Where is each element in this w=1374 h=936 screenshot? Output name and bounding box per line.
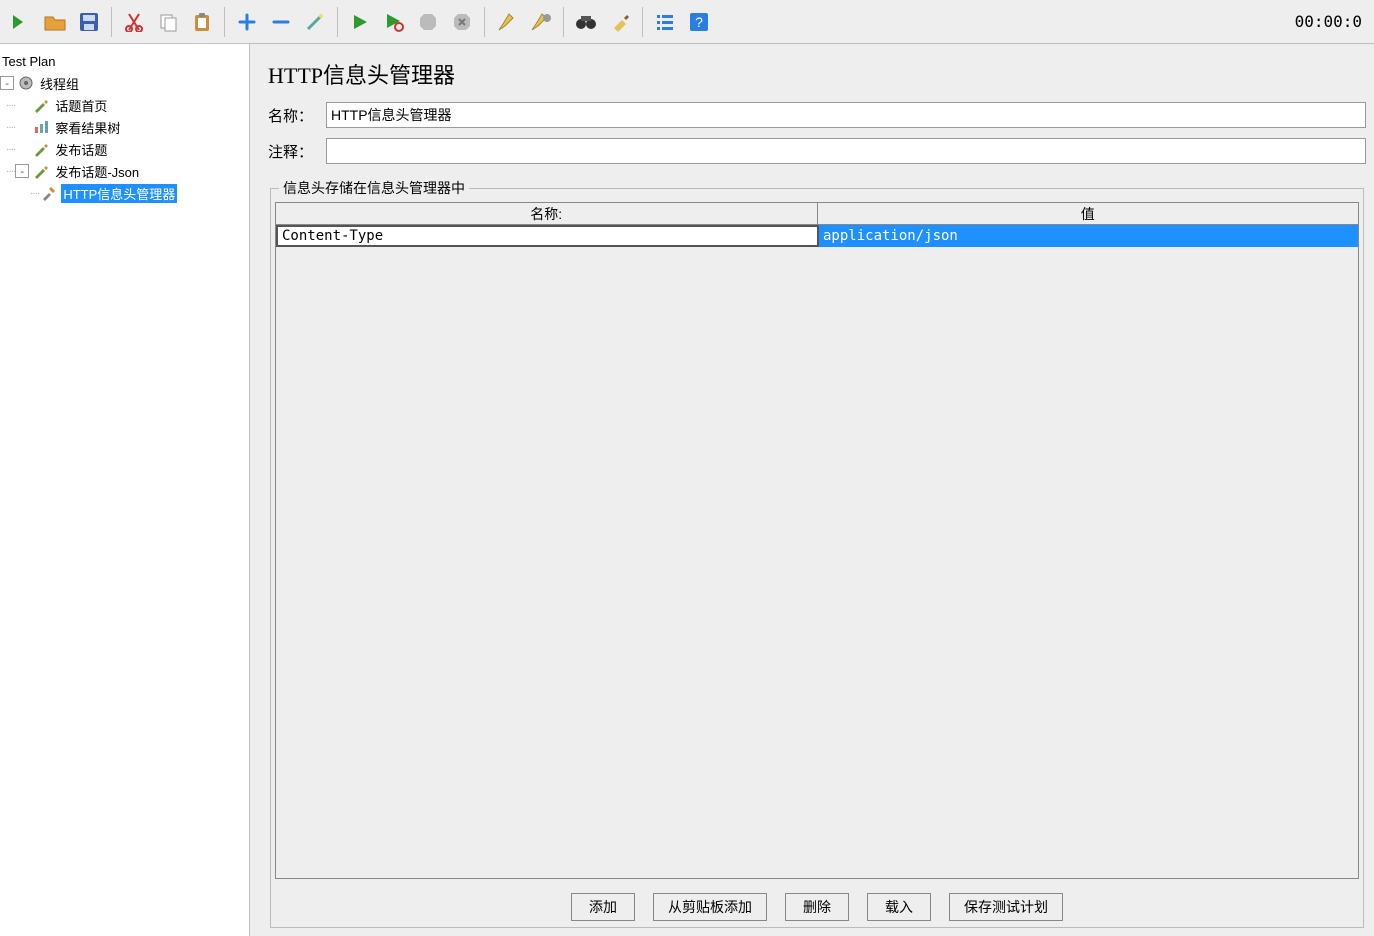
tree-item[interactable]: ····-发布话题-Json	[0, 160, 249, 182]
separator	[563, 7, 564, 37]
name-label: 名称：	[268, 105, 326, 126]
tree-spacer	[15, 120, 29, 134]
comment-input[interactable]	[326, 138, 1366, 164]
action-button[interactable]: 删除	[785, 893, 849, 921]
timer: 00:00:0	[1295, 12, 1370, 31]
binoculars-icon[interactable]	[569, 5, 603, 39]
tree-item[interactable]: ····察看结果树	[0, 116, 249, 138]
cut-icon[interactable]	[117, 5, 151, 39]
stop-clear-icon[interactable]	[445, 5, 479, 39]
tree-thread-group[interactable]: - 线程组	[0, 72, 249, 94]
test-plan-tree[interactable]: Test Plan - 线程组 ····话题首页····察看结果树····发布话…	[0, 44, 250, 936]
help-icon[interactable]: ?	[682, 5, 716, 39]
button-row: 添加从剪贴板添加删除载入保存测试计划	[271, 883, 1363, 927]
tree-item[interactable]: ····话题首页	[0, 94, 249, 116]
run-loop-icon[interactable]	[377, 5, 411, 39]
tree-spacer	[15, 142, 29, 156]
wand-icon[interactable]	[298, 5, 332, 39]
toolbar: ? 00:00:0	[0, 0, 1374, 44]
open-folder-icon[interactable]	[38, 5, 72, 39]
minus-icon[interactable]	[264, 5, 298, 39]
tree-root-label: Test Plan	[0, 54, 57, 69]
collapse-toggle[interactable]: -	[0, 76, 14, 90]
pen-icon	[31, 139, 51, 159]
cell-name[interactable]: Content-Type	[276, 225, 819, 247]
chart-icon	[31, 117, 51, 137]
comment-label: 注释：	[268, 141, 326, 162]
editor-panel: HTTP信息头管理器 名称： 注释： 信息头存储在信息头管理器中 名称: 值 C…	[250, 44, 1374, 936]
tree-thread-group-label: 线程组	[38, 74, 81, 93]
broom-icon[interactable]	[490, 5, 524, 39]
action-button[interactable]: 保存测试计划	[949, 893, 1063, 921]
separator	[484, 7, 485, 37]
tree-item[interactable]: ····HTTP信息头管理器	[0, 182, 249, 204]
tools-icon	[39, 183, 59, 203]
separator	[642, 7, 643, 37]
separator	[337, 7, 338, 37]
broom-gear-icon[interactable]	[524, 5, 558, 39]
separator	[111, 7, 112, 37]
fieldset-legend: 信息头存储在信息头管理器中	[279, 178, 469, 198]
table-row[interactable]: Content-Typeapplication/json	[276, 225, 1358, 247]
tree-item-label: 发布话题-Json	[53, 162, 141, 181]
tree-spacer	[15, 98, 29, 112]
separator	[224, 7, 225, 37]
tree-item-label: 发布话题	[53, 140, 109, 159]
col-name: 名称:	[276, 203, 818, 224]
panel-title: HTTP信息头管理器	[268, 58, 1366, 90]
tree-item-label: 话题首页	[53, 96, 109, 115]
headers-table[interactable]: 名称: 值 Content-Typeapplication/json	[275, 202, 1359, 879]
table-header: 名称: 值	[276, 203, 1358, 225]
headers-fieldset: 信息头存储在信息头管理器中 名称: 值 Content-Typeapplicat…	[270, 178, 1364, 928]
name-input[interactable]	[326, 102, 1366, 128]
run-icon[interactable]	[343, 5, 377, 39]
action-button[interactable]: 从剪贴板添加	[653, 893, 767, 921]
pen-icon	[31, 161, 51, 181]
plus-icon[interactable]	[230, 5, 264, 39]
save-icon[interactable]	[72, 5, 106, 39]
tree-root[interactable]: Test Plan	[0, 50, 249, 72]
paste-icon[interactable]	[185, 5, 219, 39]
collapse-toggle[interactable]: -	[15, 164, 29, 178]
gear-icon	[16, 73, 36, 93]
copy-icon[interactable]	[151, 5, 185, 39]
tree-item[interactable]: ····发布话题	[0, 138, 249, 160]
col-value: 值	[818, 203, 1359, 224]
open-arrow-icon[interactable]	[4, 5, 38, 39]
tree-item-label: HTTP信息头管理器	[61, 184, 177, 203]
brush-icon[interactable]	[603, 5, 637, 39]
action-button[interactable]: 添加	[571, 893, 635, 921]
svg-text:?: ?	[695, 14, 703, 30]
action-button[interactable]: 载入	[867, 893, 931, 921]
stop-icon[interactable]	[411, 5, 445, 39]
cell-value[interactable]: application/json	[819, 225, 1358, 247]
tree-item-label: 察看结果树	[53, 118, 122, 137]
list-icon[interactable]	[648, 5, 682, 39]
pen-icon	[31, 95, 51, 115]
